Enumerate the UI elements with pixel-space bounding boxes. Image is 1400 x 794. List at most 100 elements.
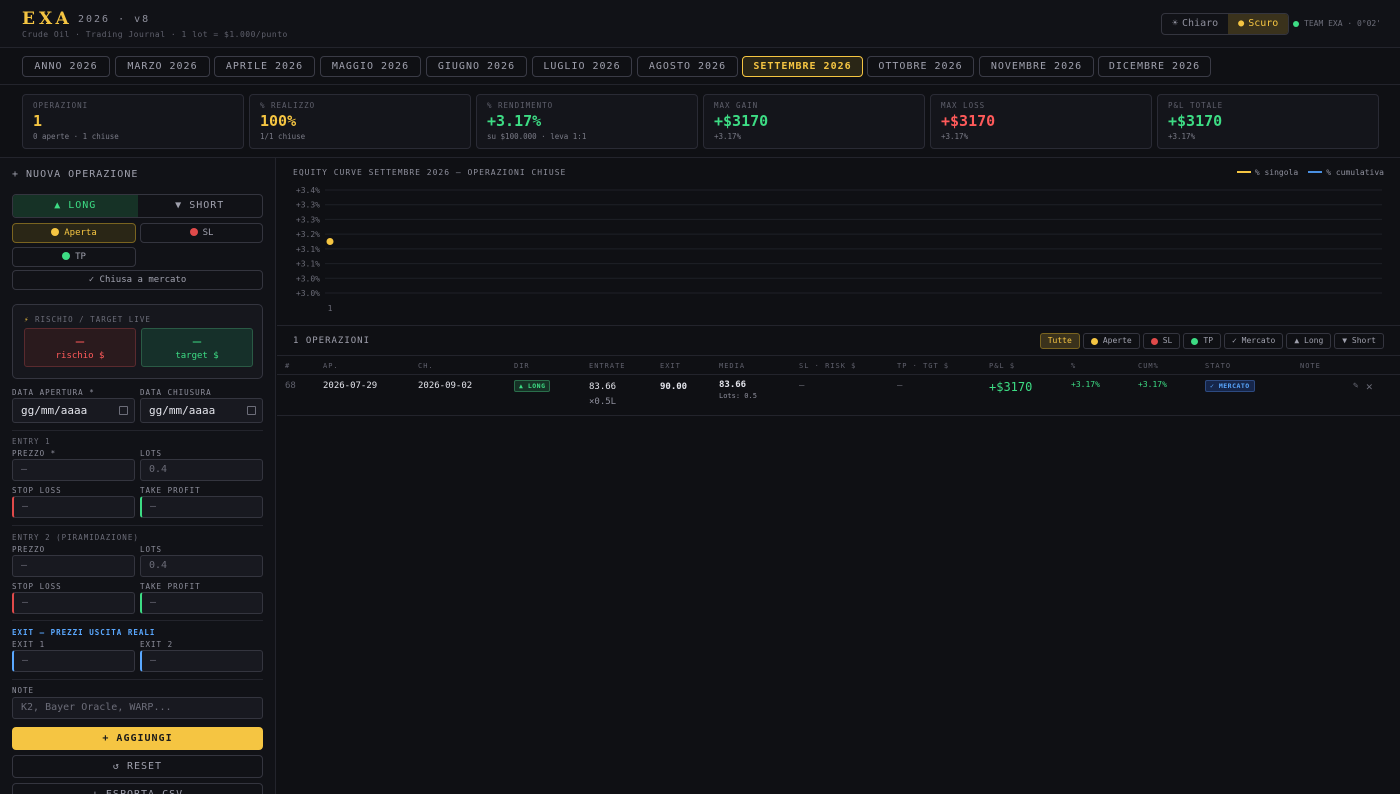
- column-header[interactable]: %: [1071, 362, 1076, 370]
- row-tp: —: [897, 381, 903, 391]
- column-header[interactable]: EXIT: [660, 362, 681, 370]
- status-tp-button[interactable]: TP: [12, 247, 136, 267]
- stats-bar: OPERAZIONI 1 0 aperte · 1 chiuse % REALI…: [0, 85, 1400, 158]
- reset-button[interactable]: ↺ RESET: [12, 755, 263, 778]
- moon-dot-icon: ●: [1238, 18, 1245, 29]
- entry1-tp-input[interactable]: —: [140, 496, 263, 518]
- tab-marzo[interactable]: MARZO 2026: [115, 56, 210, 77]
- stat-operazioni: OPERAZIONI 1 0 aperte · 1 chiuse: [22, 94, 244, 149]
- tab-aprile[interactable]: APRILE 2026: [214, 56, 315, 77]
- date-open-label: DATA APERTURA *: [12, 388, 95, 397]
- column-header[interactable]: P&L $: [989, 362, 1015, 370]
- tab-ottobre[interactable]: OTTOBRE 2026: [867, 56, 974, 77]
- exit2-input[interactable]: —: [140, 650, 263, 672]
- notes-input[interactable]: K2, Bayer Oracle, WARP...: [12, 697, 263, 719]
- tab-settembre[interactable]: SETTEMBRE 2026: [742, 56, 863, 77]
- row-pnl: +$3170: [989, 380, 1033, 394]
- tab-anno[interactable]: ANNO 2026: [22, 56, 110, 77]
- filter-0[interactable]: Tutte: [1039, 333, 1080, 349]
- status-sl-button[interactable]: SL: [140, 223, 263, 243]
- entry2-sl-input[interactable]: —: [12, 592, 135, 614]
- column-header[interactable]: AP.: [323, 362, 339, 370]
- lightning-icon: ⚡: [24, 315, 30, 324]
- stat-max-loss: MAX LOSS +$3170 +3.17%: [930, 94, 1152, 149]
- stat-max-gain: MAX GAIN +$3170 +3.17%: [703, 94, 925, 149]
- entry1-price-input[interactable]: —: [12, 459, 135, 481]
- tab-agosto[interactable]: AGOSTO 2026: [637, 56, 738, 77]
- tab-maggio[interactable]: MAGGIO 2026: [320, 56, 421, 77]
- risk-value-cell: — rischio $: [24, 328, 136, 367]
- column-header[interactable]: #: [285, 362, 290, 370]
- entry2-lots-input[interactable]: 0.4: [140, 555, 263, 577]
- equity-chart: +3.4% +3.3% +3.3% +3.2% +3.1% +3.1% +3.0% +3.0%…: [296, 186, 1382, 313]
- export-csv-button[interactable]: ↓ ESPORTA CSV: [12, 783, 263, 794]
- data-point-singola[interactable]: [326, 238, 334, 245]
- entry2-price-input[interactable]: —: [12, 555, 135, 577]
- entry2-lots-label: LOTS: [140, 545, 163, 554]
- table-row[interactable]: 68 2026-07-29 2026-09-02 ▲ LONG 83.66 ×0…: [277, 375, 1400, 416]
- entry1-sl-label: STOP LOSS: [12, 486, 62, 495]
- entry1-sl-input[interactable]: —: [12, 496, 135, 518]
- date-close-input[interactable]: gg/mm/aaaa: [140, 398, 263, 423]
- column-header[interactable]: ENTRATE: [589, 362, 626, 370]
- row-avg: 83.66: [719, 380, 747, 390]
- stat-realizzo: % REALIZZO 100% 1/1 chiuse: [249, 94, 471, 149]
- calendar-icon[interactable]: [119, 406, 128, 415]
- column-header[interactable]: NOTE: [1300, 362, 1321, 370]
- tab-luglio[interactable]: LUGLIO 2026: [532, 56, 632, 77]
- x-tick-label: 1: [328, 304, 333, 313]
- filter-1[interactable]: Aperte: [1082, 333, 1140, 349]
- risk-label: ⚡ RISCHIO / TARGET LIVE: [24, 315, 151, 324]
- table-header: # AP. CH. DIR ENTRATE EXIT MEDIA SL · RISK $ TP …: [277, 356, 1400, 375]
- close-icon[interactable]: ✕: [1366, 380, 1373, 393]
- theme-light-button[interactable]: ☀ Chiaro: [1162, 14, 1228, 34]
- entry2-tp-label: TAKE PROFIT: [140, 582, 201, 591]
- column-header[interactable]: SL · RISK $: [799, 362, 856, 370]
- filter-6[interactable]: ▼ Short: [1334, 333, 1384, 349]
- row-entry: 83.66: [589, 382, 617, 392]
- date-open-input[interactable]: gg/mm/aaaa: [12, 398, 135, 423]
- entry1-lots-label: LOTS: [140, 449, 163, 458]
- row-id: 68: [285, 381, 296, 391]
- status-market-button[interactable]: ✓ Chiusa a mercato: [12, 270, 263, 290]
- exit1-input[interactable]: —: [12, 650, 135, 672]
- divider: [12, 679, 263, 680]
- y-tick-label: +3.3%: [296, 201, 320, 210]
- edit-icon[interactable]: ✎: [1353, 381, 1358, 391]
- column-header[interactable]: STATO: [1205, 362, 1231, 370]
- exit-section-label: EXIT — PREZZI USCITA REALI: [12, 628, 156, 637]
- row-open-date: 2026-07-29: [323, 381, 378, 391]
- filter-5[interactable]: ▲ Long: [1286, 333, 1332, 349]
- column-header[interactable]: CUM%: [1138, 362, 1159, 370]
- entry2-tp-input[interactable]: —: [140, 592, 263, 614]
- calendar-icon[interactable]: [247, 406, 256, 415]
- entry1-label: ENTRY 1: [12, 437, 51, 446]
- filter-4[interactable]: ✓ Mercato: [1224, 333, 1284, 349]
- form-title: + NUOVA OPERAZIONE: [12, 169, 139, 180]
- add-button[interactable]: + AGGIUNGI: [12, 727, 263, 750]
- notes-label: NOTE: [12, 686, 35, 695]
- tab-novembre[interactable]: NOVEMBRE 2026: [979, 56, 1094, 77]
- tab-dicembre[interactable]: DICEMBRE 2026: [1098, 56, 1211, 77]
- column-header[interactable]: DIR: [514, 362, 530, 370]
- yellow-dot-icon: [51, 228, 60, 236]
- divider: [12, 620, 263, 621]
- column-header[interactable]: TP · TGT $: [897, 362, 949, 370]
- column-header[interactable]: CH.: [418, 362, 434, 370]
- team-status: TEAM EXA · 0°02': [1293, 19, 1381, 28]
- entry2-sl-label: STOP LOSS: [12, 582, 62, 591]
- y-tick-label: +3.3%: [296, 215, 320, 224]
- column-header[interactable]: MEDIA: [719, 362, 745, 370]
- entry1-lots-input[interactable]: 0.4: [140, 459, 263, 481]
- filter-2[interactable]: SL: [1142, 333, 1181, 349]
- y-tick-label: +3.0%: [296, 289, 320, 298]
- tab-giugno[interactable]: GIUGNO 2026: [426, 56, 527, 77]
- stat-rendimento: % RENDIMENTO +3.17% su $100.000 · leva 1…: [476, 94, 698, 149]
- long-button[interactable]: ▲ LONG: [13, 195, 138, 217]
- status-open-button[interactable]: Aperta: [12, 223, 136, 243]
- new-operation-form: + NUOVA OPERAZIONE ▲ LONG ▼ SHORT Aperta…: [0, 158, 276, 794]
- theme-dark-button[interactable]: ● Scuro: [1228, 14, 1289, 34]
- row-avg-lots: Lots: 0.5: [719, 392, 757, 400]
- short-button[interactable]: ▼ SHORT: [138, 195, 263, 217]
- filter-3[interactable]: TP: [1183, 333, 1222, 349]
